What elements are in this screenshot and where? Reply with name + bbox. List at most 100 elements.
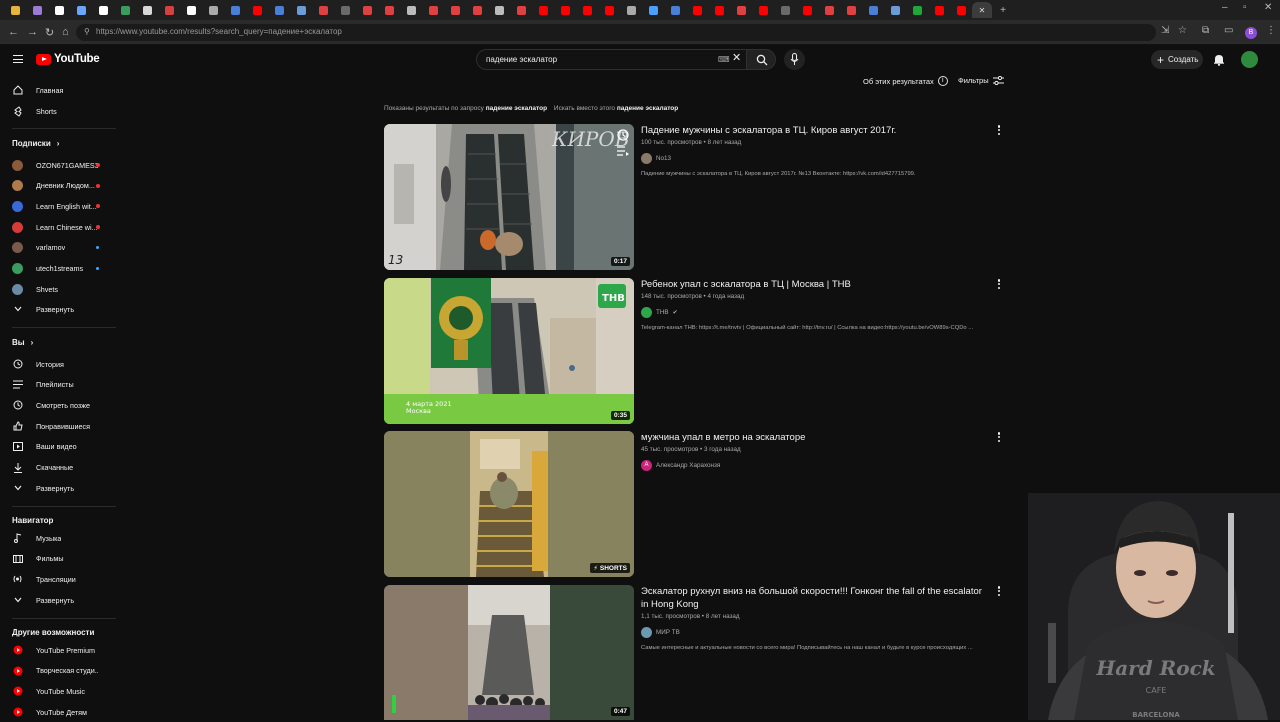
- browser-tab[interactable]: [180, 2, 202, 18]
- sidebar-item[interactable]: Ваши видео: [0, 437, 116, 457]
- browser-menu-icon[interactable]: ⋮: [1266, 25, 1276, 36]
- browser-tab[interactable]: [818, 2, 840, 18]
- sidebar-section-title[interactable]: Подписки ›: [12, 139, 59, 148]
- browser-profile-avatar[interactable]: В: [1245, 27, 1257, 39]
- browser-tab[interactable]: [620, 2, 642, 18]
- user-avatar[interactable]: [1241, 51, 1258, 68]
- maximize-icon[interactable]: ▫: [1243, 2, 1247, 13]
- shown-query-link[interactable]: падение эскалатор: [486, 105, 547, 112]
- sidebar-section-title[interactable]: Навигатор: [12, 516, 53, 525]
- sidebar-item[interactable]: YouTube Music: [0, 681, 116, 701]
- sidebar-item[interactable]: Смотреть позже: [0, 395, 116, 415]
- browser-tab[interactable]: [642, 2, 664, 18]
- video-thumbnail[interactable]: ⚡ SHORTS: [384, 431, 634, 577]
- browser-tab[interactable]: [422, 2, 444, 18]
- sidebar-item[interactable]: История: [0, 354, 116, 374]
- browser-tab[interactable]: [356, 2, 378, 18]
- browser-tab[interactable]: [950, 2, 972, 18]
- reload-icon[interactable]: ↻: [45, 26, 54, 39]
- video-result-1[interactable]: КИРОВ 13 0:17 Падение мужчины с эскалато…: [384, 124, 1004, 270]
- browser-tab[interactable]: [598, 2, 620, 18]
- extensions-icon[interactable]: ⧉: [1202, 25, 1209, 36]
- sidebar-item[interactable]: Shvets: [0, 279, 116, 299]
- video-result-4[interactable]: 0:47 Эскалатор рухнул вниз на большой ск…: [384, 585, 1004, 720]
- browser-tab[interactable]: [510, 2, 532, 18]
- sidebar-item[interactable]: Трансляции: [0, 569, 116, 589]
- create-button[interactable]: + Создать: [1151, 50, 1203, 69]
- browser-tab[interactable]: [4, 2, 26, 18]
- sidebar-item[interactable]: Развернуть: [0, 478, 116, 498]
- browser-tab[interactable]: [928, 2, 950, 18]
- channel-link[interactable]: А Александр Харахонзя: [641, 460, 991, 471]
- browser-tab[interactable]: [884, 2, 906, 18]
- search-input[interactable]: падение эскалатор: [476, 49, 747, 70]
- video-result-2[interactable]: ТНВ 4 марта 2021 Москва 0:35 Ребенок упа…: [384, 278, 1004, 424]
- forward-icon[interactable]: →: [27, 26, 38, 38]
- sidebar-item[interactable]: Развернуть: [0, 299, 116, 319]
- sidebar-item[interactable]: Развернуть: [0, 590, 116, 610]
- sidebar-item[interactable]: Дневник Людом...: [0, 176, 116, 196]
- browser-tab[interactable]: [840, 2, 862, 18]
- browser-tab[interactable]: [26, 2, 48, 18]
- browser-tab[interactable]: [312, 2, 334, 18]
- sidebar-item[interactable]: Музыка: [0, 528, 116, 548]
- video-thumbnail[interactable]: 0:47: [384, 585, 634, 720]
- browser-tab[interactable]: [444, 2, 466, 18]
- channel-avatar[interactable]: [641, 627, 652, 638]
- sidebar-item[interactable]: varlamov: [0, 238, 116, 258]
- add-to-queue-icon[interactable]: [617, 146, 629, 156]
- bookmark-star-icon[interactable]: ☆: [1178, 25, 1187, 36]
- channel-name[interactable]: ТНВ: [656, 309, 669, 316]
- browser-tab[interactable]: [532, 2, 554, 18]
- browser-tab[interactable]: [70, 2, 92, 18]
- more-actions-icon[interactable]: [996, 586, 1002, 598]
- keyboard-icon[interactable]: ⌨: [718, 55, 730, 64]
- minimize-icon[interactable]: –: [1222, 2, 1228, 13]
- browser-tab[interactable]: [290, 2, 312, 18]
- close-tab-icon[interactable]: ✕: [979, 6, 986, 15]
- install-icon[interactable]: ⇲: [1161, 25, 1169, 36]
- channel-name[interactable]: Александр Харахонзя: [656, 462, 720, 469]
- browser-tab[interactable]: [752, 2, 774, 18]
- notifications-bell-icon[interactable]: [1213, 53, 1225, 66]
- sidebar-item[interactable]: Главная: [0, 80, 116, 100]
- sidebar-section-title[interactable]: Другие возможности: [12, 628, 94, 637]
- sidebar-item[interactable]: Learn English wit...: [0, 196, 116, 216]
- browser-tab[interactable]: [202, 2, 224, 18]
- browser-tab[interactable]: [158, 2, 180, 18]
- site-info-icon[interactable]: ⚲: [84, 27, 90, 36]
- close-window-icon[interactable]: ✕: [1264, 2, 1272, 13]
- channel-avatar[interactable]: [641, 153, 652, 164]
- sidebar-item[interactable]: Фильмы: [0, 549, 116, 569]
- sidebar-item[interactable]: YouTube Premium: [0, 640, 116, 660]
- browser-tab[interactable]: [400, 2, 422, 18]
- channel-link[interactable]: ТНВ ✔: [641, 307, 991, 318]
- browser-tab[interactable]: [796, 2, 818, 18]
- browser-tab[interactable]: [576, 2, 598, 18]
- sidebar-item[interactable]: Понравившиеся: [0, 416, 116, 436]
- browser-tab[interactable]: [114, 2, 136, 18]
- sidebar-item[interactable]: Скачанные: [0, 458, 116, 478]
- channel-avatar[interactable]: А: [641, 460, 652, 471]
- video-thumbnail[interactable]: ТНВ 4 марта 2021 Москва 0:35: [384, 278, 634, 424]
- sidebar-item[interactable]: YouTube Детям: [0, 702, 116, 722]
- instead-query-link[interactable]: падение эскалатор: [617, 105, 678, 112]
- browser-tab[interactable]: [730, 2, 752, 18]
- browser-tab[interactable]: [862, 2, 884, 18]
- browser-tab[interactable]: [466, 2, 488, 18]
- active-browser-tab[interactable]: ✕: [972, 2, 992, 18]
- more-actions-icon[interactable]: [996, 279, 1002, 291]
- browser-tab[interactable]: [686, 2, 708, 18]
- sidebar-item[interactable]: Learn Chinese wi...: [0, 217, 116, 237]
- browser-tab[interactable]: [268, 2, 290, 18]
- video-title[interactable]: мужчина упал в метро на эскалаторе: [641, 431, 991, 444]
- browser-tab[interactable]: [48, 2, 70, 18]
- browser-tab[interactable]: [774, 2, 796, 18]
- browser-tab[interactable]: [246, 2, 268, 18]
- browser-tab[interactable]: [708, 2, 730, 18]
- channel-name[interactable]: No13: [656, 155, 671, 162]
- search-button[interactable]: [746, 49, 776, 70]
- browser-tab[interactable]: [334, 2, 356, 18]
- browser-tab[interactable]: [488, 2, 510, 18]
- browser-tab[interactable]: [554, 2, 576, 18]
